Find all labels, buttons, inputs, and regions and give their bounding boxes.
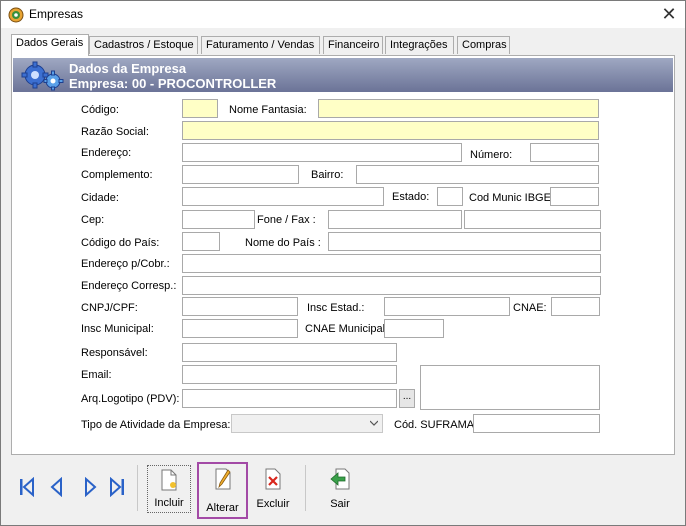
tab-cadastros-estoque[interactable]: Cadastros / Estoque xyxy=(89,36,198,54)
tab-dados-gerais[interactable]: Dados Gerais xyxy=(11,34,89,56)
incluir-button[interactable]: Incluir xyxy=(147,465,191,513)
toolbar-separator xyxy=(305,465,306,511)
insc-municipal-input[interactable] xyxy=(182,319,298,338)
cnae-municipal-label: CNAE Municipal: xyxy=(305,323,389,335)
cnpj-cpf-label: CNPJ/CPF: xyxy=(81,302,138,314)
endereco-label: Endereço: xyxy=(81,147,132,159)
nome-pais-label: Nome do País : xyxy=(245,237,321,249)
endereco-cobr-label: Endereço p/Cobr.: xyxy=(81,258,170,270)
insc-estad-input[interactable] xyxy=(384,297,510,316)
estado-label: Estado: xyxy=(392,191,430,203)
cod-munic-ibge-label: Cod Munic IBGE: xyxy=(469,192,554,204)
complemento-label: Complemento: xyxy=(81,169,153,181)
razao-social-label: Razão Social: xyxy=(81,126,149,138)
new-document-icon xyxy=(161,469,177,491)
codigo-pais-input[interactable] xyxy=(182,232,220,251)
tab-faturamento-vendas[interactable]: Faturamento / Vendas xyxy=(201,36,320,54)
edit-pencil-icon xyxy=(215,468,231,490)
cnae-label: CNAE: xyxy=(513,302,547,314)
toolbar-separator xyxy=(137,465,138,511)
email-label: Email: xyxy=(81,369,112,381)
fone-fax-label: Fone / Fax : xyxy=(257,214,316,226)
complemento-input[interactable] xyxy=(182,165,299,184)
fax-input[interactable] xyxy=(464,210,601,229)
banner-title: Dados da Empresa Empresa: 00 - PROCONTRO… xyxy=(69,61,276,91)
title-bar: Empresas ✕ xyxy=(1,1,685,28)
sair-label: Sair xyxy=(330,498,350,510)
codigo-input[interactable] xyxy=(182,99,218,118)
endereco-corresp-input[interactable] xyxy=(182,276,601,295)
razao-social-input[interactable] xyxy=(182,121,599,140)
endereco-cobr-input[interactable] xyxy=(182,254,601,273)
cidade-label: Cidade: xyxy=(81,192,119,204)
cod-suframa-label: Cód. SUFRAMA: xyxy=(394,419,478,431)
endereco-input[interactable] xyxy=(182,143,462,162)
close-icon: ✕ xyxy=(661,4,677,24)
tipo-atividade-label: Tipo de Atividade da Empresa: xyxy=(81,419,231,431)
tipo-atividade-select[interactable] xyxy=(231,414,383,433)
numero-label: Número: xyxy=(470,149,513,161)
gears-icon xyxy=(21,61,64,91)
bottom-toolbar: Incluir Alterar Excluir Sair xyxy=(11,457,675,519)
arq-logotipo-input[interactable] xyxy=(182,389,397,408)
sair-button[interactable]: Sair xyxy=(321,465,359,513)
insc-municipal-label: Insc Municipal: xyxy=(81,323,154,335)
last-record-icon[interactable] xyxy=(109,477,125,497)
alterar-label: Alterar xyxy=(206,502,239,514)
codigo-label: Código: xyxy=(81,104,119,116)
first-record-icon[interactable] xyxy=(19,477,35,497)
cidade-input[interactable] xyxy=(182,187,384,206)
codigo-pais-label: Código do País: xyxy=(81,237,160,249)
cnae-input[interactable] xyxy=(551,297,600,316)
numero-input[interactable] xyxy=(530,143,599,162)
next-record-icon[interactable] xyxy=(82,477,98,497)
cep-input[interactable] xyxy=(182,210,255,229)
nome-pais-input[interactable] xyxy=(328,232,601,251)
previous-record-icon[interactable] xyxy=(49,477,65,497)
cod-munic-ibge-input[interactable] xyxy=(550,187,599,206)
bairro-input[interactable] xyxy=(356,165,599,184)
responsavel-label: Responsável: xyxy=(81,347,148,359)
email-input[interactable] xyxy=(182,365,397,384)
window-title: Empresas xyxy=(29,7,84,21)
delete-document-icon xyxy=(265,468,281,490)
excluir-label: Excluir xyxy=(256,498,290,510)
fone-input[interactable] xyxy=(328,210,462,229)
logo-preview xyxy=(420,365,600,410)
section-banner: Dados da Empresa Empresa: 00 - PROCONTRO… xyxy=(13,58,673,92)
banner-company: Empresa: 00 - PROCONTROLLER xyxy=(69,76,277,91)
estado-input[interactable] xyxy=(437,187,463,206)
arq-logotipo-label: Arq.Logotipo (PDV): xyxy=(81,393,180,405)
insc-estad-label: Insc Estad.: xyxy=(307,302,365,314)
bairro-label: Bairro: xyxy=(311,169,344,181)
incluir-label: Incluir xyxy=(154,497,184,509)
cod-suframa-input[interactable] xyxy=(473,414,600,433)
cep-label: Cep: xyxy=(81,214,105,226)
responsavel-input[interactable] xyxy=(182,343,397,362)
nome-fantasia-label: Nome Fantasia: xyxy=(229,104,307,116)
banner-heading: Dados da Empresa xyxy=(69,61,187,76)
tab-compras[interactable]: Compras xyxy=(457,36,510,54)
app-globe-icon xyxy=(8,7,24,23)
exit-icon xyxy=(330,468,350,490)
tab-integracoes[interactable]: Integrações xyxy=(385,36,454,54)
browse-logo-button[interactable]: ... xyxy=(399,389,415,408)
cnae-municipal-input[interactable] xyxy=(384,319,444,338)
nome-fantasia-input[interactable] xyxy=(318,99,599,118)
alterar-button[interactable]: Alterar xyxy=(197,462,248,519)
tab-financeiro[interactable]: Financeiro xyxy=(323,36,383,54)
close-button[interactable]: ✕ xyxy=(653,1,685,28)
endereco-corresp-label: Endereço Corresp.: xyxy=(81,280,177,292)
chevron-down-icon xyxy=(370,420,378,426)
cnpj-cpf-input[interactable] xyxy=(182,297,298,316)
empresas-window: Empresas ✕ Dados Gerais Cadastros / Esto… xyxy=(0,0,686,526)
excluir-button[interactable]: Excluir xyxy=(252,465,294,513)
